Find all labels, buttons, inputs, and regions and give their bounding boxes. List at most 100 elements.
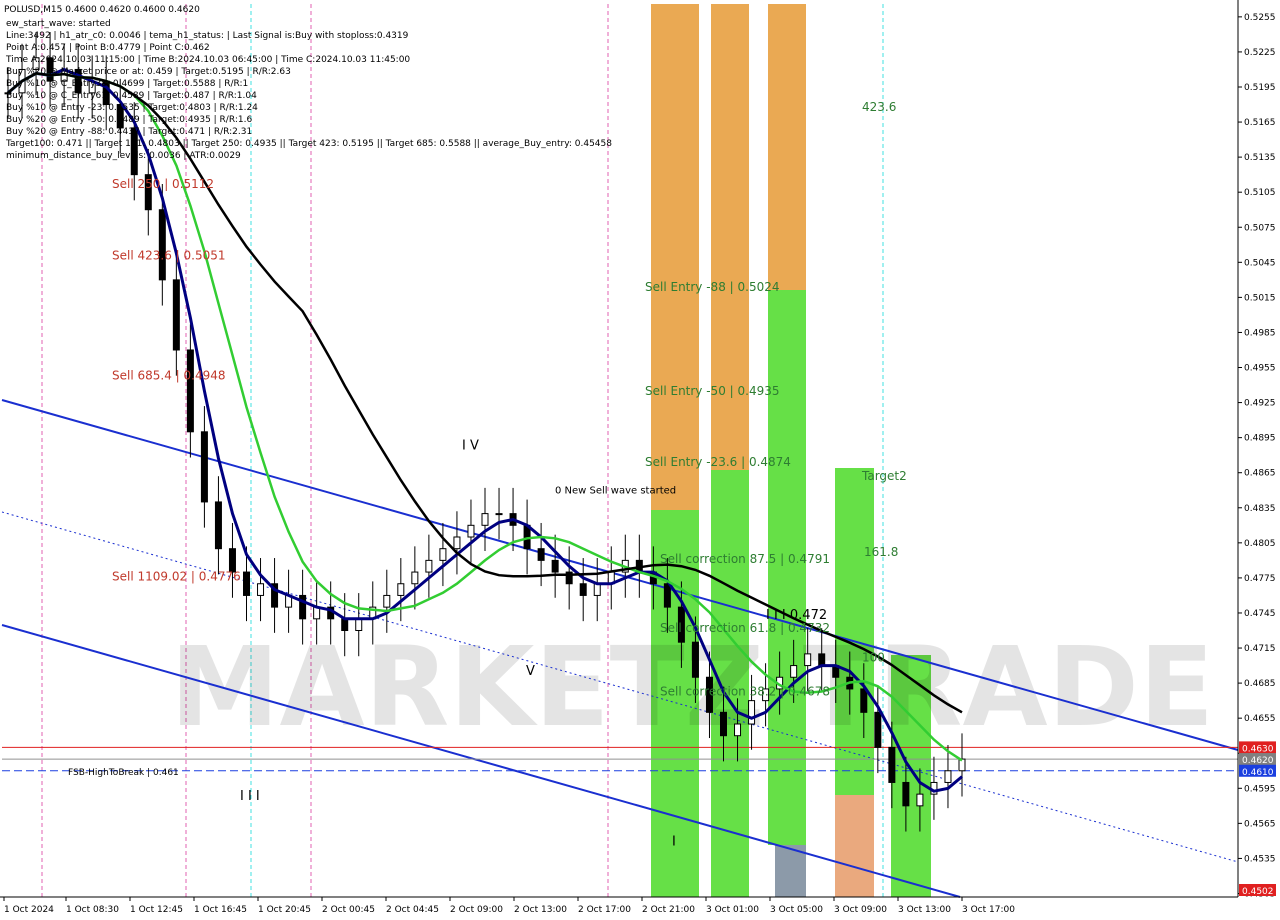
candle-body [804,653,812,667]
candle-body [453,536,461,550]
plot-background [0,0,1280,920]
level-label: FSB-HighToBreak | 0.461 [68,768,179,778]
price-axis-tick-label: 0.5165 [1244,118,1276,128]
signal-band-8 [835,795,874,897]
price-axis-tick-label: 0.5105 [1244,188,1276,198]
price-axis: 0.5255 0.5225 0.5195 0.5165 0.5135 0.5105 0.50… [1237,0,1280,920]
price-tag-label: 0.4502 [1242,887,1274,897]
level-label: Sell Entry -88 | 0.5024 [645,280,779,294]
candle-body [888,746,896,783]
candle-body [383,594,391,608]
info-line: ew_start_wave: started [6,19,111,29]
price-axis-tick-label: 0.4595 [1244,784,1276,794]
candle-body [579,583,587,596]
price-axis-tick-label: 0.5195 [1244,83,1276,93]
level-label: Sell 685.4 | 0.4948 [112,369,226,383]
candle-body [355,618,363,632]
price-axis-tick-label: 0.4565 [1244,819,1276,829]
wave-label: I I I [240,789,260,804]
time-axis-tick-label: 3 Oct 13:00 [898,905,951,915]
candle-body [818,653,826,667]
level-label: Sell correction 38.2 | 0.4678 [660,684,830,698]
candle-body [467,524,475,538]
info-line: Buy %20 @ Entry -50: 0.4489 | Target:0.4… [6,115,252,125]
time-axis-tick-label: 3 Oct 01:00 [706,905,759,915]
info-line: Point A:0.457 | Point B:0.4779 | Point C… [6,43,210,53]
info-line: Buy %20 @ Entry -88: 0.4437 | Target:0.4… [6,127,252,137]
level-label: Sell Entry -23.6 | 0.4874 [645,455,791,469]
price-axis-tick-label: 0.4835 [1244,504,1276,514]
price-axis-tick-label: 0.5045 [1244,258,1276,268]
info-line: Line:3492 | h1_atr_c0: 0.0046 | tema_h1_… [6,31,409,41]
price-tag-label: 0.4610 [1242,768,1274,778]
candle-body [902,781,910,807]
time-axis-tick-label: 2 Oct 21:00 [642,905,695,915]
wave-label: V [526,664,535,679]
candle-body [860,688,868,713]
price-axis-tick-label: 0.4805 [1244,539,1276,549]
info-line: Target100: 0.471 || Target 161: 0.4803 |… [5,139,612,149]
price-axis-tick-label: 0.4745 [1244,609,1276,619]
signal-band-0 [651,4,699,510]
price-axis-tick-label: 0.4685 [1244,679,1276,689]
price-tag-label: 0.4620 [1242,756,1274,766]
time-axis-tick-label: 1 Oct 16:45 [194,905,247,915]
price-axis-tick-label: 0.5255 [1244,13,1276,23]
price-axis-tick-label: 0.5075 [1244,223,1276,233]
candle-body [495,513,503,516]
level-label: 161.8 [864,545,898,559]
candle-body [214,501,222,550]
level-label: 100 [862,650,885,664]
candle-body [593,583,601,596]
wave-label: I [672,835,676,850]
info-line: Buy %10 @ C_Entry61: 0.4589 | Target:0.4… [6,91,257,101]
level-label: Sell correction 87.5 | 0.4791 [660,552,830,566]
candle-body [243,571,250,596]
wave-label: I I I 0.472 [766,608,827,623]
candle-body [748,700,756,725]
time-axis-tick-label: 3 Oct 17:00 [962,905,1015,915]
candle-body [944,770,952,783]
level-label: Sell 1109.02 | 0.4776 [112,570,241,584]
price-axis-tick-label: 0.4985 [1244,328,1276,338]
wave-label: I V [462,438,479,453]
time-axis-tick-label: 2 Oct 04:45 [386,905,439,915]
price-axis-tick-label: 0.4655 [1244,714,1276,724]
price-chart: MARKETZ TRADE Sell 250 | 0.5112Sell 423.… [0,0,1280,920]
time-axis-tick-label: 1 Oct 20:45 [258,905,311,915]
candle-body [720,711,727,737]
level-label: Sell 250 | 0.5112 [112,177,214,191]
price-axis-tick-label: 0.4535 [1244,854,1276,864]
price-axis-tick-label: 0.5225 [1244,48,1276,58]
price-axis-tick-label: 0.5135 [1244,153,1276,163]
time-axis-tick-label: 1 Oct 12:45 [130,905,183,915]
info-line: Buy %20 @ Market price or at: 0.459 | Ta… [6,67,291,77]
info-line: Buy %10 @ C_Entry38: 0.4699 | Target:0.5… [6,79,248,89]
candle-body [439,548,447,561]
price-axis-tick-label: 0.5015 [1244,293,1276,303]
level-label: Sell correction 61.8 | 0.4732 [660,621,830,635]
time-axis-tick-label: 2 Oct 09:00 [450,905,503,915]
wave-label: 0 New Sell wave started [555,486,676,497]
candle-body [537,548,545,561]
symbol-line: POLUSD,M15 0.4600 0.4620 0.4600 0.4620 [4,5,200,15]
candle-body [257,583,265,596]
time-axis-tick-label: 3 Oct 09:00 [834,905,887,915]
level-label: Sell 423.6 | 0.5051 [112,248,226,262]
time-axis-tick-label: 3 Oct 05:00 [770,905,823,915]
price-axis-tick-label: 0.4775 [1244,574,1276,584]
signal-band-2 [711,4,749,470]
candle-body [158,209,166,281]
candle-body [663,583,671,608]
price-axis-background [1238,0,1280,920]
time-axis-tick-label: 1 Oct 2024 [4,905,54,915]
price-axis-tick-label: 0.4715 [1244,644,1276,654]
signal-band-5 [768,290,806,845]
info-line: Time A:2024.10.03 11:15:00 | Time B:2024… [5,55,410,65]
candle-body [172,279,180,351]
level-label: 423.6 [862,100,896,114]
price-axis-tick-label: 0.4955 [1244,364,1276,374]
candle-body [958,758,966,772]
price-tag-label: 0.4630 [1242,744,1274,754]
candle-body [425,559,433,573]
